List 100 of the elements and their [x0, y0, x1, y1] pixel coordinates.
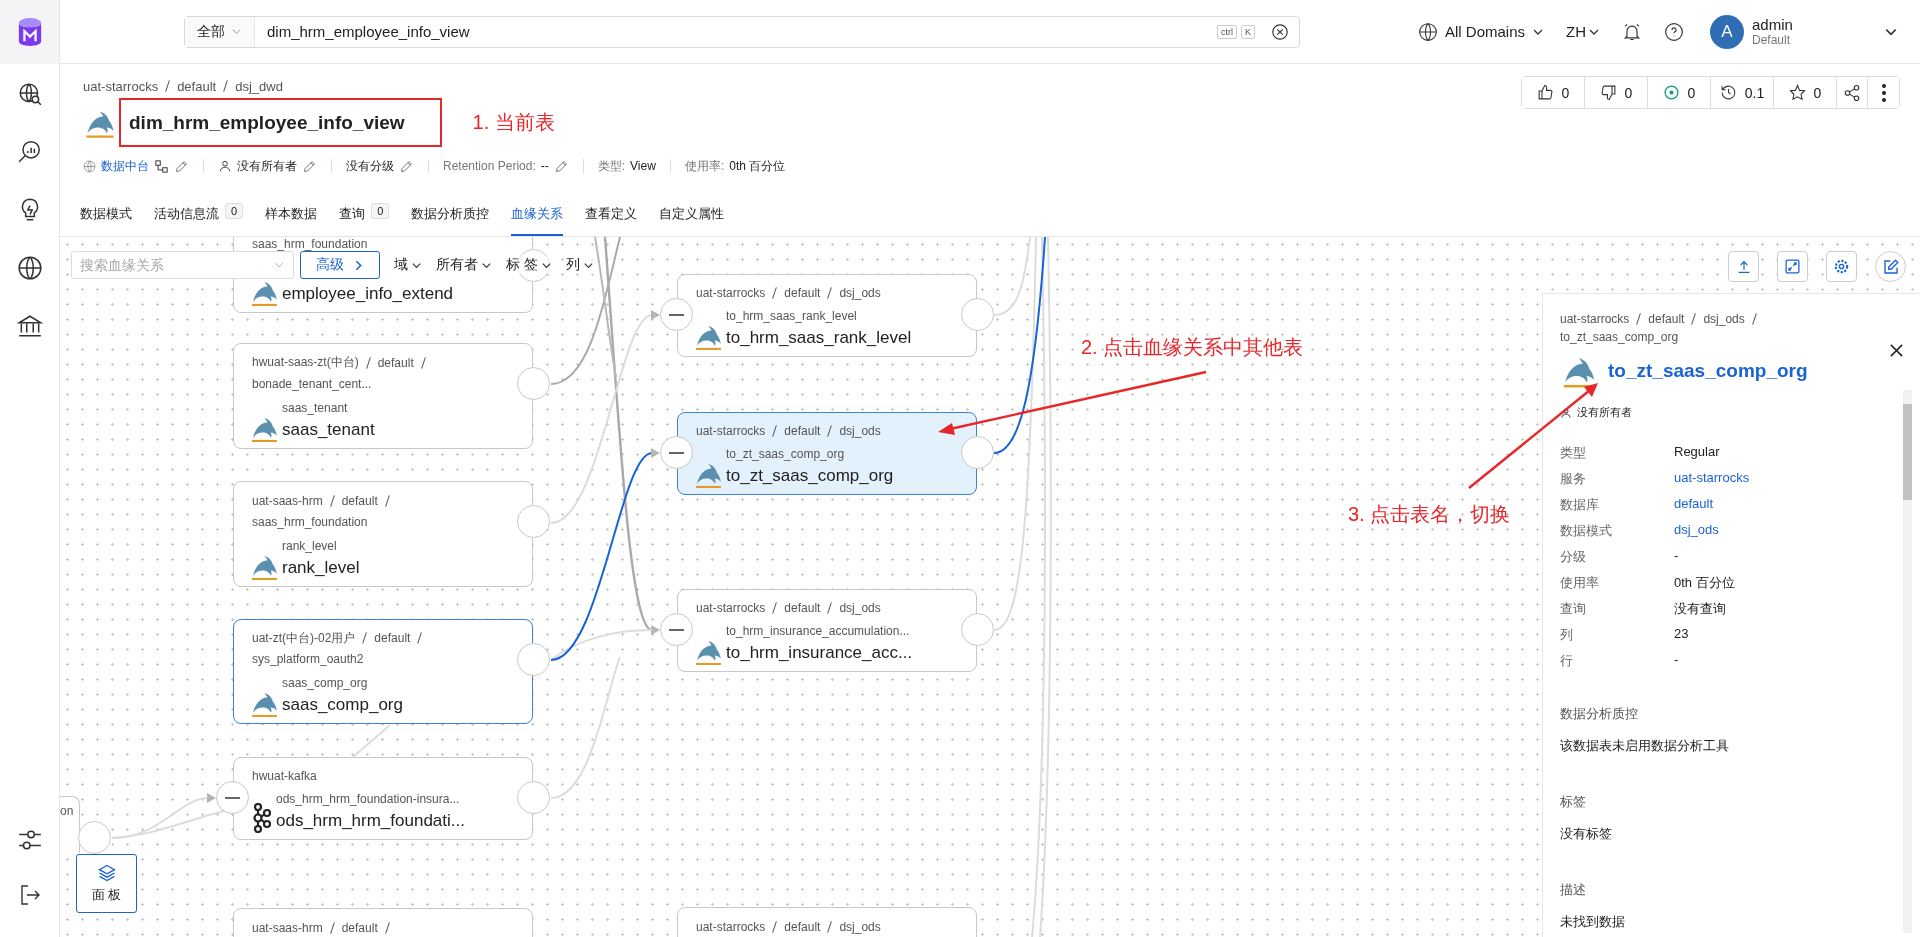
breadcrumb-link[interactable]: default [177, 78, 217, 94]
expand-icon [1784, 258, 1801, 275]
globe-icon [1417, 21, 1438, 42]
breadcrumb-link[interactable]: to_zt_saas_comp_org [1560, 330, 1860, 344]
property-value: 没有查询 [1674, 600, 1727, 618]
globe-icon [83, 159, 96, 173]
tab[interactable]: 样本数据 [265, 203, 318, 236]
section-heading: 标签 [1560, 793, 1587, 811]
breadcrumb-link[interactable]: uat-starrocks [1560, 312, 1630, 326]
dolphin-icon [252, 555, 278, 580]
globe-icon[interactable] [16, 255, 43, 281]
domain-selector[interactable]: All Domains [1417, 21, 1544, 42]
lineage-search-field[interactable]: 搜索血缘关系 [71, 251, 294, 279]
scope-dropdown[interactable]: 全部 [185, 16, 255, 47]
path-text: uat-starrocks [696, 423, 766, 438]
property-link[interactable]: dsj_ods [1674, 522, 1890, 541]
meta-value: 没有所有者 [237, 157, 297, 175]
dolphin-icon [696, 640, 722, 665]
path-text: uat-starrocks [696, 600, 766, 615]
path-text: dsj_ods [839, 920, 881, 934]
node-title[interactable]: saas_comp_org [282, 693, 403, 717]
node-title[interactable]: to_zt_saas_comp_org [726, 464, 894, 488]
hierarchy-icon[interactable] [154, 158, 169, 174]
schema-name: sys_platform_oauth2 [252, 651, 364, 666]
dolphin-icon [252, 417, 278, 442]
meta-value: 0th 百分位 [729, 157, 786, 175]
advanced-button[interactable]: 高级 [300, 251, 380, 279]
node-title[interactable]: ods_hrm_hrm_foundati... [276, 809, 465, 833]
schema-name: saas_hrm_foundation [252, 237, 368, 251]
breadcrumb-link[interactable]: dsj_dwd [235, 78, 283, 94]
node-title[interactable]: employee_info_extend [282, 282, 454, 306]
bell-icon[interactable] [1622, 21, 1642, 42]
property-label: 查询 [1560, 600, 1587, 618]
language-selector[interactable]: ZH [1566, 23, 1600, 40]
scrollbar[interactable] [1903, 390, 1912, 933]
search-chart-icon[interactable] [16, 139, 43, 165]
node-title[interactable]: to_hrm_saas_rank_level [726, 326, 912, 350]
user-avatar[interactable]: A [1710, 14, 1744, 49]
table-path: saas_comp_org [282, 675, 369, 692]
edit-button[interactable] [1875, 251, 1906, 282]
property-value: - [1674, 652, 1680, 669]
tab[interactable]: 查询 0 [339, 203, 390, 236]
breadcrumb-link[interactable]: dsj_ods [1703, 312, 1745, 326]
tab[interactable]: 数据分析质控 [411, 203, 490, 236]
annotation-text: 1. 当前表 [472, 110, 555, 135]
tab[interactable]: 数据模式 [80, 203, 132, 236]
path-text: uat-starrocks [696, 920, 766, 934]
global-search-field[interactable]: 全部 dim_hrm_employee_info_view ctrl K [184, 15, 1300, 48]
user-role: Default [1752, 33, 1792, 47]
node-label: on [60, 804, 74, 818]
export-button[interactable] [1728, 251, 1759, 282]
help-icon[interactable] [1664, 21, 1684, 42]
node-card[interactable]: uat-starrocks default dsj_ods to_hrm_insurance_accumulation... to_hrm_insurance_acc... [677, 589, 977, 672]
filter-dropdown[interactable]: 域 [394, 256, 422, 274]
section-heading: 描述 [1560, 881, 1587, 899]
panel-button[interactable]: 面 板 [76, 854, 137, 913]
property-label: 数据模式 [1560, 522, 1613, 540]
node-card[interactable]: uat-starrocks default dsj_ods to_hrm_saas_rank_level to_hrm_saas_rank_level [677, 274, 977, 357]
node-card[interactable]: uat-saas-hrm default saas_hrm_foundation rank_level rank_level [233, 481, 533, 587]
filter-dropdown[interactable]: 标 签 [506, 256, 552, 274]
dolphin-icon [252, 692, 278, 717]
logo-icon[interactable] [16, 17, 43, 47]
property-value: - [1674, 548, 1680, 565]
chevron-down-icon [231, 26, 242, 37]
node-card[interactable]: uat-starrocks default dsj_ods to_zt_saas_comp_org to_zt_saas_comp_org [677, 412, 977, 495]
bank-icon[interactable] [16, 313, 43, 339]
node-card[interactable]: uat-starrocks default dsj_ods [677, 907, 977, 937]
node-title[interactable]: saas_tenant [282, 418, 375, 442]
table-name-link[interactable]: to_zt_saas_comp_org [1608, 360, 1808, 382]
path-text: uat-saas-hrm [252, 921, 323, 935]
tab[interactable]: 活动信息流 0 [154, 203, 244, 236]
like-button[interactable]: 0 [1522, 77, 1585, 108]
filter-dropdown[interactable]: 所有者 [436, 256, 492, 274]
property-value: Regular [1674, 444, 1721, 461]
meta-label: 类型: [597, 157, 626, 175]
clear-icon[interactable] [1271, 22, 1289, 41]
node-card[interactable]: hwuat-saas-zt(中台) default bonade_tenant_cent... saas_tenant saas_tenant [233, 343, 533, 449]
path-text: default [784, 423, 821, 438]
section-text: 未找到数据 [1560, 913, 1626, 931]
tab[interactable]: 查看定义 [585, 203, 638, 236]
filter-dropdown[interactable]: 列 [565, 256, 594, 274]
settings-icon [1833, 258, 1850, 275]
thumbs-down-icon [1599, 84, 1617, 101]
property-link[interactable]: uat-starrocks [1674, 470, 1890, 489]
meta-label: 使用率: [684, 157, 725, 175]
node-title[interactable]: rank_level [282, 556, 360, 580]
section-heading: 数据分析质控 [1560, 705, 1639, 723]
node-card[interactable]: hwuat-kafka ods_hrm_hrm_foundation-insura... ods_hrm_hrm_foundati... [233, 757, 533, 840]
node-card[interactable]: uat-zt(中台)-02用户 default sys_platform_oauth2 saas_comp_org saas_comp_org [233, 619, 533, 724]
tab[interactable]: 自定义属性 [659, 203, 725, 236]
node-card[interactable]: uat-saas-hrm default [233, 908, 533, 937]
settings-button[interactable] [1826, 251, 1857, 282]
node-title[interactable]: to_hrm_insurance_acc... [726, 641, 913, 665]
property-link[interactable]: default [1674, 496, 1890, 515]
close-icon[interactable] [1889, 343, 1904, 358]
breadcrumb-link[interactable]: default [1648, 312, 1685, 326]
fullscreen-button[interactable] [1777, 251, 1808, 282]
property-label: 服务 [1560, 470, 1587, 488]
breadcrumb-link[interactable]: uat-starrocks [83, 78, 159, 94]
domain-link[interactable]: 数据中台 [101, 157, 149, 175]
